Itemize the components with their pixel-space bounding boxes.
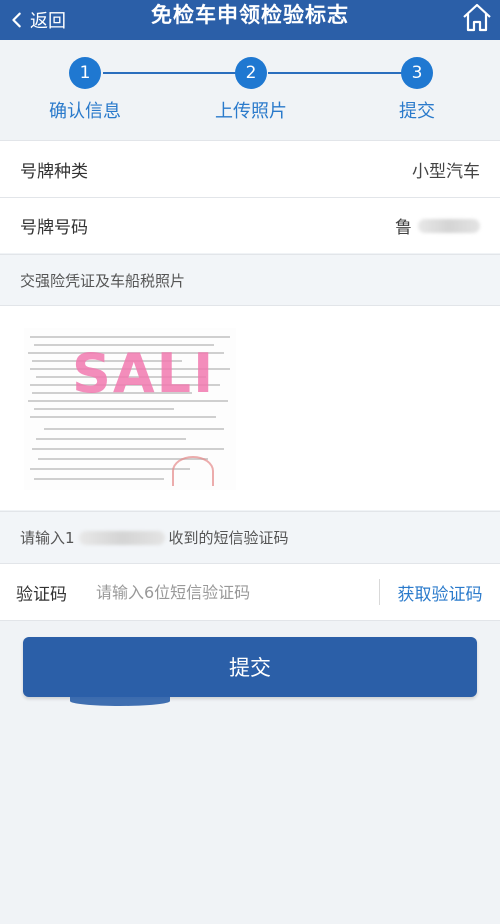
sms-hint-suffix: 收到的短信验证码: [168, 529, 289, 547]
plate-number-row: 号牌号码 鲁: [0, 197, 500, 253]
top-nav-bar: 返回 免检车申领检验标志: [0, 0, 500, 40]
watermark-text: SALI: [72, 342, 216, 405]
plate-type-row: 号牌种类 小型汽车: [0, 140, 500, 197]
plate-number-value: 鲁: [395, 213, 480, 238]
plate-number-prefix: 鲁: [395, 218, 412, 238]
step-2-circle: 2: [235, 57, 267, 89]
step-2-label: 上传照片: [215, 101, 287, 122]
verification-code-label: 验证码: [16, 584, 67, 605]
submit-button[interactable]: 提交: [23, 637, 477, 697]
sms-hint-prefix: 请输入1: [20, 529, 75, 547]
step-indicator: 1 2 3 确认信息 上传照片 提交: [0, 40, 500, 140]
plate-type-value: 小型汽车: [412, 161, 480, 182]
plate-type-label: 号牌种类: [20, 161, 88, 182]
sms-hint: 请输入1 收到的短信验证码: [0, 511, 500, 563]
page-title: 免检车申领检验标志: [151, 3, 349, 27]
home-icon[interactable]: [460, 0, 494, 34]
plate-number-label: 号牌号码: [20, 218, 88, 238]
verification-code-input[interactable]: [96, 582, 379, 602]
redacted-plate-number: [418, 218, 480, 233]
step-connector: [268, 72, 402, 74]
step-1-label: 确认信息: [49, 101, 121, 122]
photo-container: SALI: [0, 305, 500, 510]
official-stamp: [172, 456, 214, 486]
toast-remnant: [70, 696, 170, 706]
redacted-phone-number: [78, 530, 165, 545]
step-3-circle: 3: [401, 57, 433, 89]
insurance-document-photo[interactable]: SALI: [24, 328, 236, 490]
verification-code-row: 验证码 获取验证码: [0, 563, 500, 621]
step-3-label: 提交: [399, 101, 435, 122]
step-1-circle: 1: [69, 57, 101, 89]
step-connector: [103, 72, 237, 74]
photo-section-title: 交强险凭证及车船税照片: [0, 254, 500, 305]
get-code-button[interactable]: 获取验证码: [380, 580, 500, 605]
